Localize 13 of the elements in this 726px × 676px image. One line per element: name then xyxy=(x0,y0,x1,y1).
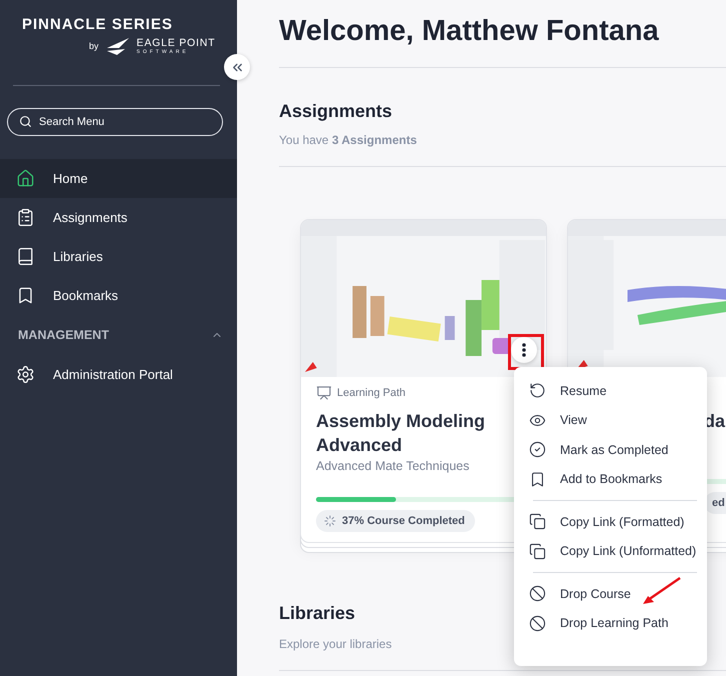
progress-badge: 37% Course Completed xyxy=(316,510,475,532)
section-subtitle: Explore your libraries xyxy=(279,636,392,653)
section-title: Assignments xyxy=(279,100,392,123)
brand-title: PINNACLE SERIES xyxy=(22,16,174,34)
section-title: Libraries xyxy=(279,602,356,625)
course-type: Learning Path xyxy=(337,387,406,399)
brand-by: by xyxy=(89,41,99,51)
company-name: EAGLE POINT xyxy=(136,37,216,49)
assignment-summary: You have 3 Assignments xyxy=(279,132,417,149)
section-title: MANAGEMENT xyxy=(18,328,109,342)
course-subtitle: Advanced Mate Techniques xyxy=(316,458,470,475)
course-title: Assembly Modeling Advanced xyxy=(316,410,486,457)
page-title: Welcome, Matthew Fontana xyxy=(279,14,660,49)
